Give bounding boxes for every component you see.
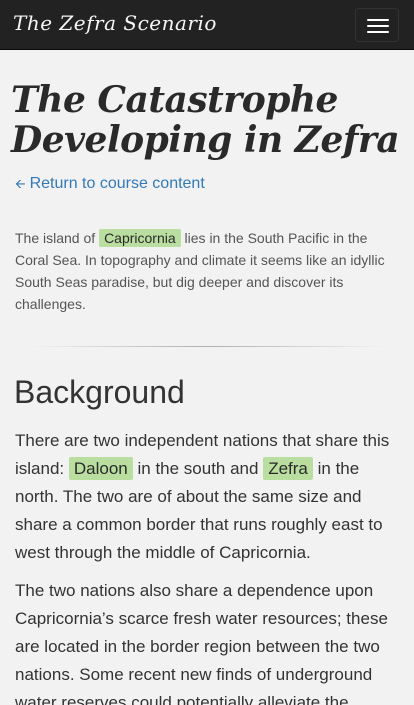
background-paragraph-2: The two nations also share a dependence … [15, 581, 388, 705]
term-zefra[interactable]: Zefra [263, 457, 313, 480]
section-divider [28, 346, 386, 347]
term-daloon[interactable]: Daloon [68, 457, 133, 480]
lead-text-start: The island of [15, 230, 96, 246]
navbar-brand[interactable]: The Zefra Scenario [13, 11, 217, 35]
arrow-left-icon: 🡨 [15, 176, 26, 191]
term-capricornia[interactable]: Capricornia [99, 229, 181, 247]
navbar-toggle-button[interactable] [355, 8, 399, 42]
page-title: The Catastrophe Developing in Zefra [11, 79, 400, 161]
section-heading-background: Background [14, 374, 185, 410]
navbar: The Zefra Scenario [0, 0, 414, 50]
p1-text-2: in the south and [137, 459, 259, 478]
return-link-label: Return to course content [29, 175, 205, 192]
background-paragraph-1: There are two independent nations that s… [15, 427, 403, 567]
return-to-course-link[interactable]: 🡨 Return to course content [15, 174, 205, 194]
intro-paragraph: The island of Capricornia lies in the So… [15, 227, 400, 315]
